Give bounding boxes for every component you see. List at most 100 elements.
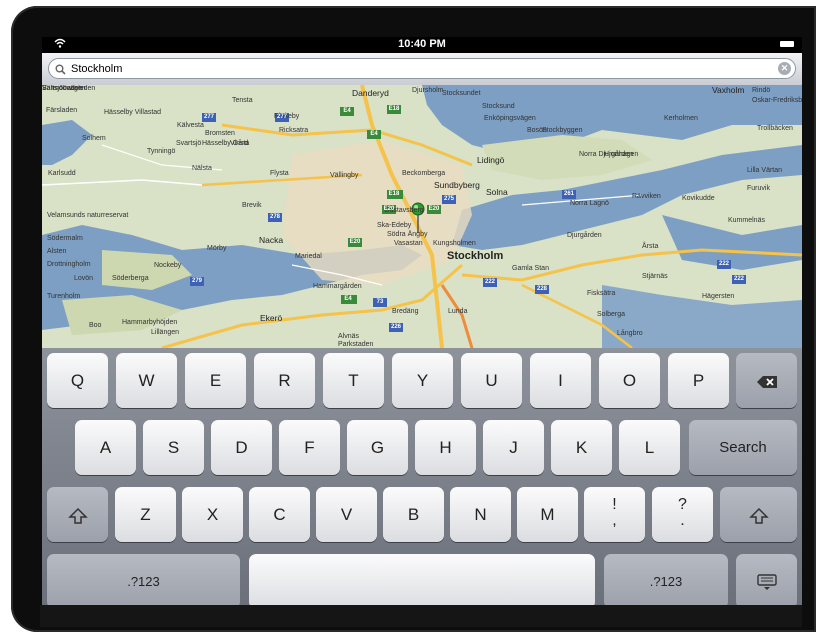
hide-keyboard-key[interactable] xyxy=(736,554,797,605)
road-shield-label: 222 xyxy=(718,261,729,267)
key-p[interactable]: P xyxy=(668,353,729,408)
map-label: Lunda xyxy=(448,308,468,315)
road-shield-label: 278 xyxy=(269,214,280,220)
map-label: Solhem xyxy=(82,135,106,142)
search-field[interactable]: ✕ xyxy=(48,58,796,79)
map-label: Vaxholm xyxy=(712,85,745,95)
key-o[interactable]: O xyxy=(599,353,660,408)
road-shield-label: E20 xyxy=(349,239,361,245)
map-label: Lilla Värtan xyxy=(747,167,783,174)
map-label: Stockbyggen xyxy=(542,127,583,134)
map-label: Stocksund xyxy=(482,103,515,110)
map-label: Trollbäcken xyxy=(757,125,793,132)
map-label: Turenholm xyxy=(47,293,81,300)
map-label: Årsta xyxy=(642,243,659,250)
map-label: Danderyd xyxy=(352,88,389,98)
road-shield-label: 275 xyxy=(443,196,454,202)
key-d[interactable]: D xyxy=(211,420,272,475)
road-shield-label: E4 xyxy=(344,296,352,302)
key-k[interactable]: K xyxy=(551,420,612,475)
road-shield-label: E18 xyxy=(388,106,400,112)
key-j[interactable]: J xyxy=(483,420,544,475)
map-label: Vinsta xyxy=(230,140,250,147)
key-i[interactable]: I xyxy=(530,353,591,408)
key-g[interactable]: G xyxy=(347,420,408,475)
key-a[interactable]: A xyxy=(75,420,136,475)
map-label: Alsten xyxy=(47,248,67,255)
map-label: Kerholmen xyxy=(664,115,698,122)
key-s[interactable]: S xyxy=(143,420,204,475)
backspace-key[interactable] xyxy=(736,353,797,408)
key-m[interactable]: M xyxy=(517,487,578,542)
map-label: Solberga xyxy=(597,311,626,318)
map-label: Lidingö xyxy=(477,155,505,165)
key-l[interactable]: L xyxy=(619,420,680,475)
map-label: Velamsunds naturreservat xyxy=(47,212,129,219)
key-b[interactable]: B xyxy=(383,487,444,542)
clear-search-icon[interactable]: ✕ xyxy=(778,62,791,75)
map-label: Lillängen xyxy=(151,329,180,336)
numbers-key-left[interactable]: .?123 xyxy=(47,554,240,605)
question-period-key[interactable]: ? . xyxy=(652,487,713,542)
road-shield-label: 222 xyxy=(484,279,495,285)
map-label: Norra Lagnö xyxy=(570,200,609,207)
key-w[interactable]: W xyxy=(116,353,177,408)
key-u[interactable]: U xyxy=(461,353,522,408)
numbers-key-right[interactable]: .?123 xyxy=(604,554,728,605)
key-c[interactable]: C xyxy=(249,487,310,542)
battery-icon xyxy=(780,41,794,47)
map-label: Färsladen xyxy=(46,107,78,114)
map-label: Parkstaden xyxy=(338,341,374,348)
map-label: Karlsudd xyxy=(48,170,76,177)
key-n[interactable]: N xyxy=(450,487,511,542)
shift-left-key[interactable] xyxy=(47,487,108,542)
map-label: Sundbyberg xyxy=(434,180,480,190)
road-shield-label: 222 xyxy=(733,276,744,282)
key-q[interactable]: Q xyxy=(47,353,108,408)
road-shield-label: E20 xyxy=(428,206,440,212)
map-label: Boo xyxy=(89,322,102,329)
search-key[interactable]: Search xyxy=(689,420,797,475)
space-key[interactable] xyxy=(249,554,595,605)
road-shield-label: E4 xyxy=(370,131,378,137)
map-label: Djurgården xyxy=(567,232,602,239)
key-y[interactable]: Y xyxy=(392,353,453,408)
map-label: Hammarbyhöjden xyxy=(122,319,178,326)
road-shield-label: 277 xyxy=(203,114,214,120)
key-r[interactable]: R xyxy=(254,353,315,408)
key-v[interactable]: V xyxy=(316,487,377,542)
key-t[interactable]: T xyxy=(323,353,384,408)
key-question-label: ? xyxy=(678,496,687,513)
map-label: Enköpingsvägen xyxy=(484,115,536,122)
key-z[interactable]: Z xyxy=(115,487,176,542)
shift-right-key[interactable] xyxy=(720,487,797,542)
map-label: Oskar-Fredriksborg xyxy=(752,97,802,104)
key-e[interactable]: E xyxy=(185,353,246,408)
map-label: Ricksatra xyxy=(279,127,309,134)
map-view[interactable]: Danderyd Djursholm Stocksund Stocksundet Vax… xyxy=(42,85,802,348)
map-label: Kummelnäs xyxy=(728,217,765,224)
road-shield-label: 279 xyxy=(191,278,202,284)
map-label: Brevik xyxy=(242,202,262,209)
map-label: Hjorthagen xyxy=(604,151,639,158)
key-x[interactable]: X xyxy=(182,487,243,542)
key-f[interactable]: F xyxy=(279,420,340,475)
map-label: Kungsholmen xyxy=(433,240,476,247)
map-label: Stocksundet xyxy=(442,90,481,97)
map-label: Flysta xyxy=(270,170,289,177)
map-label: Nälsta xyxy=(192,165,212,172)
road-shield-label: E20 xyxy=(383,206,395,212)
road-shield-label: 277 xyxy=(276,114,287,120)
map-label: Saltsjöbadsleden xyxy=(42,85,96,92)
map-label: Alvnäs xyxy=(338,333,360,340)
map-label: Bosön xyxy=(527,127,547,134)
map-label: Långbro xyxy=(617,330,643,337)
status-time: 10:40 PM xyxy=(398,38,446,50)
key-h[interactable]: H xyxy=(415,420,476,475)
map-label: Vasastan xyxy=(394,240,423,247)
key-comma-label: , xyxy=(612,512,617,529)
search-input[interactable] xyxy=(71,61,771,76)
map-label: Nockeby xyxy=(154,262,182,269)
road-shield-label: E18 xyxy=(388,191,400,197)
exclamation-comma-key[interactable]: ! , xyxy=(584,487,645,542)
